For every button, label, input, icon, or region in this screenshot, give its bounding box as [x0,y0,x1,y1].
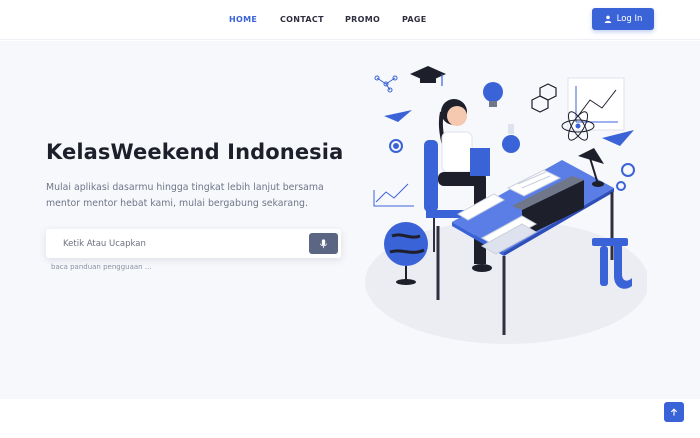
flask-icon [502,124,520,153]
hero-title: KelasWeekend Indonesia [46,140,344,164]
hero-illustration [365,66,647,344]
user-guide-link[interactable]: baca panduan pengguaan ... [51,263,152,271]
paper-plane-right-icon [602,130,634,146]
gear-icon [389,139,403,153]
hero-subtitle: Mulai aplikasi dasarmu hingga tingkat le… [46,182,324,209]
back-to-top-button[interactable] [664,402,684,422]
login-button[interactable]: Log In [592,8,654,30]
hexagon-molecule-icon [531,83,557,113]
search-input[interactable] [56,235,306,252]
nav-link-page[interactable]: PAGE [402,15,427,24]
gear-right-icon [616,163,635,191]
light-bulb-icon [483,82,503,107]
login-label: Log In [616,14,643,24]
navbar: HOME CONTACT PROMO PAGE Log In [0,0,700,40]
molecule-icon [374,75,398,93]
whiteboard [567,77,625,131]
arrow-up-icon [671,408,677,416]
nav-link-promo[interactable]: PROMO [345,15,380,24]
search-bar [46,229,341,258]
nav-link-home[interactable]: HOME [229,15,257,24]
voice-search-button[interactable] [309,233,338,254]
nav-link-contact[interactable]: CONTACT [280,15,324,24]
chart-board [373,183,414,207]
paper-plane-icon [384,110,412,122]
user-icon [604,15,611,23]
graduation-cap-icon [410,66,446,86]
microphone-icon [320,238,327,248]
